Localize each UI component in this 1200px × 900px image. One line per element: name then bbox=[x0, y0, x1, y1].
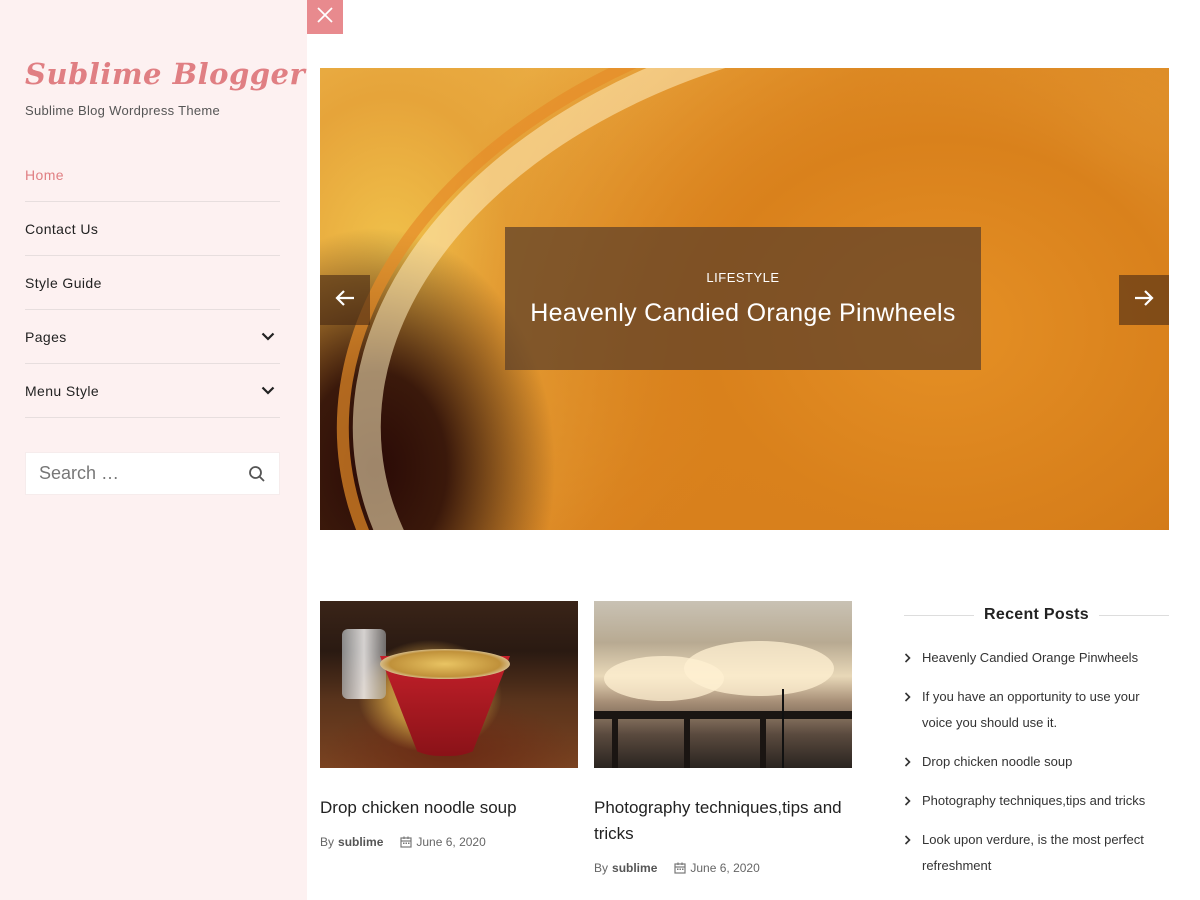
calendar-icon bbox=[674, 862, 686, 874]
nav-item-pages[interactable]: Pages bbox=[25, 310, 280, 364]
calendar-icon bbox=[400, 836, 412, 848]
recent-posts-list: Heavenly Candied Orange Pinwheels If you… bbox=[904, 645, 1169, 879]
nav-item-label: Menu Style bbox=[25, 382, 100, 399]
nav-item-style-guide[interactable]: Style Guide bbox=[25, 256, 280, 310]
post-by-label: By bbox=[320, 835, 335, 849]
arrow-left-icon bbox=[335, 289, 355, 312]
recent-post-item[interactable]: Drop chicken noodle soup bbox=[904, 749, 1169, 775]
close-sidebar-button[interactable] bbox=[307, 0, 343, 34]
slider-prev-button[interactable] bbox=[320, 275, 370, 325]
chevron-right-icon bbox=[904, 645, 914, 671]
post-card: Drop chicken noodle soup By sublime June… bbox=[320, 601, 578, 849]
sidebar: Sublime Blogger Sublime Blog Wordpress T… bbox=[0, 0, 307, 900]
recent-post-item[interactable]: Heavenly Candied Orange Pinwheels bbox=[904, 645, 1169, 671]
thumbnail-decoration bbox=[612, 711, 618, 768]
post-by-label: By bbox=[594, 861, 609, 875]
chevron-down-icon[interactable] bbox=[258, 327, 278, 347]
featured-slider: LIFESTYLE Heavenly Candied Orange Pinwhe… bbox=[320, 68, 1169, 530]
slide-title[interactable]: Heavenly Candied Orange Pinwheels bbox=[530, 299, 955, 328]
recent-post-item[interactable]: Look upon verdure, is the most perfect r… bbox=[904, 827, 1169, 879]
thumbnail-decoration bbox=[684, 641, 834, 696]
post-author[interactable]: sublime bbox=[338, 835, 383, 849]
post-meta: By sublime June 6, 2020 bbox=[320, 835, 578, 849]
post-card: Photography techniques,tips and tricks B… bbox=[594, 601, 852, 875]
nav-item-home[interactable]: Home bbox=[25, 148, 280, 202]
close-icon bbox=[316, 6, 334, 29]
nav-item-label: Style Guide bbox=[25, 274, 102, 291]
post-author[interactable]: sublime bbox=[612, 861, 657, 875]
search-icon[interactable] bbox=[247, 464, 267, 484]
thumbnail-decoration bbox=[782, 689, 784, 768]
thumbnail-decoration bbox=[380, 649, 510, 679]
post-thumbnail[interactable] bbox=[320, 601, 578, 768]
slider-next-button[interactable] bbox=[1119, 275, 1169, 325]
chevron-down-icon[interactable] bbox=[258, 381, 278, 401]
widget-header: Recent Posts bbox=[904, 600, 1169, 630]
divider bbox=[1098, 614, 1169, 616]
main-nav: Home Contact Us Style Guide Pages Menu S… bbox=[25, 148, 280, 418]
recent-post-link[interactable]: Photography techniques,tips and tricks bbox=[922, 788, 1145, 814]
thumbnail-decoration bbox=[684, 711, 690, 768]
nav-item-label: Contact Us bbox=[25, 220, 99, 237]
search-input[interactable] bbox=[39, 463, 229, 484]
post-meta: By sublime June 6, 2020 bbox=[594, 861, 852, 875]
nav-item-label: Home bbox=[25, 166, 64, 183]
divider bbox=[904, 614, 975, 616]
recent-post-link[interactable]: Drop chicken noodle soup bbox=[922, 749, 1072, 775]
site-title[interactable]: Sublime Blogger bbox=[25, 57, 305, 91]
recent-post-link[interactable]: Look upon verdure, is the most perfect r… bbox=[922, 827, 1169, 879]
chevron-right-icon bbox=[904, 749, 914, 775]
site-tagline: Sublime Blog Wordpress Theme bbox=[25, 103, 221, 118]
nav-item-menu-style[interactable]: Menu Style bbox=[25, 364, 280, 418]
recent-posts-widget: Recent Posts Heavenly Candied Orange Pin… bbox=[904, 600, 1169, 892]
post-title[interactable]: Photography techniques,tips and tricks bbox=[594, 795, 852, 847]
nav-item-contact-us[interactable]: Contact Us bbox=[25, 202, 280, 256]
chevron-right-icon bbox=[904, 788, 914, 814]
post-date[interactable]: June 6, 2020 bbox=[416, 835, 485, 849]
post-thumbnail[interactable] bbox=[594, 601, 852, 768]
arrow-right-icon bbox=[1134, 289, 1154, 312]
post-title[interactable]: Drop chicken noodle soup bbox=[320, 795, 578, 821]
slide-category[interactable]: LIFESTYLE bbox=[706, 270, 779, 285]
recent-post-item[interactable]: If you have an opportunity to use your v… bbox=[904, 684, 1169, 736]
recent-post-item[interactable]: Photography techniques,tips and tricks bbox=[904, 788, 1169, 814]
post-date[interactable]: June 6, 2020 bbox=[690, 861, 759, 875]
search-form bbox=[25, 452, 280, 495]
recent-post-link[interactable]: If you have an opportunity to use your v… bbox=[922, 684, 1169, 736]
slide-caption: LIFESTYLE Heavenly Candied Orange Pinwhe… bbox=[505, 227, 981, 370]
chevron-right-icon bbox=[904, 827, 914, 853]
chevron-right-icon bbox=[904, 684, 914, 710]
widget-title: Recent Posts bbox=[984, 606, 1089, 623]
thumbnail-decoration bbox=[594, 711, 852, 719]
recent-post-link[interactable]: Heavenly Candied Orange Pinwheels bbox=[922, 645, 1138, 671]
thumbnail-decoration bbox=[760, 711, 766, 768]
nav-item-label: Pages bbox=[25, 328, 67, 345]
